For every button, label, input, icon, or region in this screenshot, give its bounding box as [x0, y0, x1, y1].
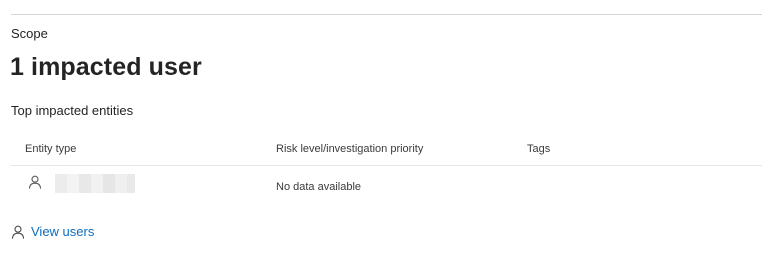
top-impacted-entities-title: Top impacted entities — [11, 103, 134, 118]
entity-name-redacted[interactable] — [55, 174, 135, 193]
view-users-label[interactable]: View users — [31, 224, 94, 240]
top-divider — [11, 14, 762, 15]
user-icon — [11, 225, 25, 239]
entities-table: Entity type Risk level/investigation pri… — [11, 136, 762, 202]
impacted-users-headline: 1 impacted user — [10, 53, 202, 81]
view-users-link[interactable]: View users — [11, 223, 94, 241]
risk-level-cell: No data available — [276, 181, 362, 193]
user-icon — [28, 175, 42, 189]
scope-label: Scope — [11, 26, 48, 41]
column-header-risk-level[interactable]: Risk level/investigation priority — [276, 142, 423, 156]
table-header: Entity type Risk level/investigation pri… — [11, 136, 762, 166]
table-row[interactable]: No data available — [11, 166, 762, 202]
column-header-entity-type[interactable]: Entity type — [25, 142, 76, 156]
column-header-tags[interactable]: Tags — [527, 142, 550, 156]
